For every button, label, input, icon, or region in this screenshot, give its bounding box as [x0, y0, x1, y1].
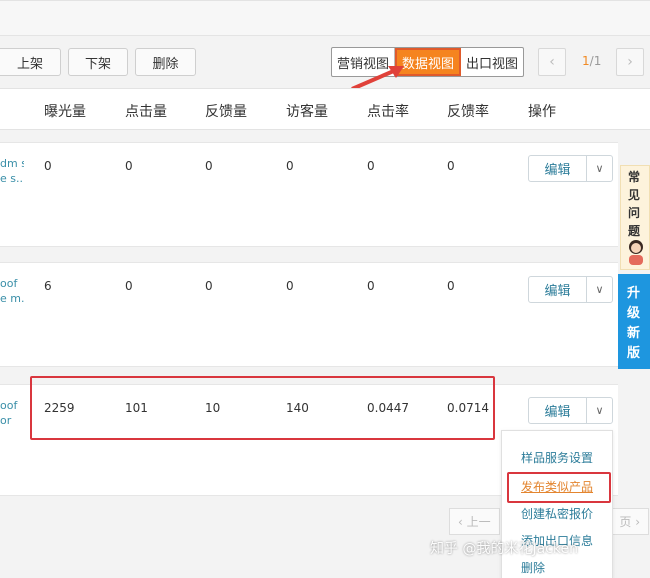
page-indicator: 1/1 — [582, 54, 602, 68]
exposure-value: 2259 — [44, 401, 75, 415]
faq-widget[interactable]: 常见问题 — [620, 165, 650, 270]
column-header: 点击量 — [125, 104, 167, 120]
column-header: 曝光量 — [44, 104, 86, 120]
chevron-left-icon: ‹ — [549, 54, 555, 70]
product-name-link[interactable]: oof or — [0, 398, 24, 428]
clicks-value: 101 — [125, 401, 148, 415]
ctr-value: 0 — [367, 159, 375, 173]
next-page-button[interactable]: › — [616, 48, 644, 76]
feedback-rate-value: 0 — [447, 159, 455, 173]
dropdown-toggle[interactable]: ∨ — [587, 156, 612, 181]
feedback-rate-value: 0.0714 — [447, 401, 489, 415]
feedback-value: 0 — [205, 279, 213, 293]
tab-export-view[interactable]: 出口视图 — [461, 48, 523, 76]
menu-item-publish-similar[interactable]: 发布类似产品 — [521, 478, 593, 495]
bottom-prev-button[interactable]: ‹ 上一 — [449, 508, 500, 535]
product-name-line: e m... — [0, 292, 24, 305]
edit-button[interactable]: 编辑 — [529, 277, 587, 302]
menu-item-sample-service[interactable]: 样品服务设置 — [521, 449, 593, 466]
product-name-line: dm s — [0, 157, 24, 170]
ctr-value: 0.0447 — [367, 401, 409, 415]
ctr-value: 0 — [367, 279, 375, 293]
upgrade-label: 升级新版 — [627, 286, 641, 361]
product-name-link[interactable]: oof e m... — [0, 276, 24, 306]
chevron-right-icon: › — [627, 54, 633, 70]
feedback-value: 10 — [205, 401, 221, 415]
table-row: dm s e s... 0 0 0 0 0 0 — [0, 142, 618, 247]
chevron-down-icon: ∨ — [595, 404, 604, 417]
column-header: 点击率 — [367, 104, 409, 120]
feedback-value: 0 — [205, 159, 213, 173]
edit-button[interactable]: 编辑 — [529, 398, 587, 423]
menu-item-private-quote[interactable]: 创建私密报价 — [521, 505, 593, 522]
visitors-value: 0 — [286, 159, 294, 173]
shelf-on-button[interactable]: 上架 — [0, 48, 61, 76]
dropdown-toggle[interactable]: ∨ — [587, 398, 612, 423]
column-header: 操作 — [528, 104, 556, 120]
visitors-value: 0 — [286, 279, 294, 293]
exposure-value: 0 — [44, 159, 52, 173]
chevron-down-icon: ∨ — [595, 162, 604, 175]
avatar-icon — [629, 240, 643, 265]
menu-item-delete[interactable]: 删除 — [521, 559, 545, 576]
column-header: 访客量 — [286, 104, 328, 120]
product-name-line: or — [0, 414, 12, 427]
edit-group: 编辑 ∨ — [528, 397, 613, 424]
upgrade-widget[interactable]: 升级新版 — [618, 274, 650, 369]
table-header: 曝光量 点击量 反馈量 访客量 点击率 反馈率 操作 — [0, 88, 650, 130]
column-header: 反馈率 — [447, 104, 489, 120]
clicks-value: 0 — [125, 279, 133, 293]
toolbar-top-strip — [0, 1, 650, 36]
edit-group: 编辑 ∨ — [528, 155, 613, 182]
watermark: 知乎 @我的米花Jacken — [430, 541, 578, 557]
shelf-off-button[interactable]: 下架 — [68, 48, 128, 76]
chevron-down-icon: ∨ — [595, 283, 604, 296]
exposure-value: 6 — [44, 279, 52, 293]
column-header: 反馈量 — [205, 104, 247, 120]
bottom-next-button[interactable]: 页 › — [610, 508, 649, 535]
product-name-line: e s... — [0, 172, 24, 185]
faq-label: 常见问题 — [628, 170, 641, 238]
edit-group: 编辑 ∨ — [528, 276, 613, 303]
product-name-link[interactable]: dm s e s... — [0, 156, 24, 186]
toolbar: 上架 下架 删除 营销视图 数据视图 出口视图 ‹ 1/1 › — [0, 0, 650, 88]
product-name-line: oof — [0, 399, 18, 412]
clicks-value: 0 — [125, 159, 133, 173]
edit-button[interactable]: 编辑 — [529, 156, 587, 181]
visitors-value: 140 — [286, 401, 309, 415]
prev-page-button[interactable]: ‹ — [538, 48, 566, 76]
table-row: oof e m... 6 0 0 0 0 0 — [0, 262, 618, 367]
delete-button[interactable]: 删除 — [135, 48, 196, 76]
product-name-line: oof — [0, 277, 18, 290]
dropdown-toggle[interactable]: ∨ — [587, 277, 612, 302]
feedback-rate-value: 0 — [447, 279, 455, 293]
